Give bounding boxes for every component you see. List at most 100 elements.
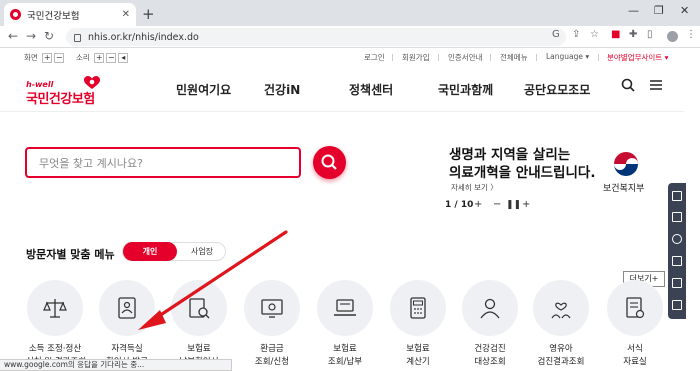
menu-premium-calculator[interactable]: 보험료 계산기	[389, 280, 447, 369]
back-icon[interactable]: ←	[8, 29, 18, 43]
google-icon[interactable]: G	[552, 29, 560, 40]
document-search-icon	[189, 298, 210, 319]
lock-icon	[74, 34, 81, 42]
minimize-button[interactable]: —	[628, 4, 639, 17]
person-icon	[480, 298, 500, 319]
quick-list-icon[interactable]	[672, 278, 682, 288]
gnb-health-in[interactable]: 건강iN	[264, 81, 300, 98]
tab-close-icon[interactable]: ✕	[122, 9, 130, 20]
menu-eligibility-cert[interactable]: 자격득실확인서 발급	[98, 280, 156, 369]
zoom-control: 화면 + −	[24, 52, 65, 63]
monitor-refund-icon	[261, 299, 283, 318]
reload-icon[interactable]: ↻	[44, 29, 54, 43]
menu-form-library[interactable]: 서식자료실	[606, 280, 664, 369]
sound-label: 소리	[76, 53, 90, 62]
extension-icon[interactable]: ■	[611, 29, 620, 40]
zoom-out-button[interactable]: −	[54, 53, 65, 63]
restore-button[interactable]: ❐	[654, 4, 664, 17]
site-favicon-icon	[10, 9, 21, 20]
login-link[interactable]: 로그인	[364, 52, 385, 63]
puzzle-icon[interactable]: ✚	[629, 29, 637, 40]
tab-personal[interactable]: 개인	[123, 242, 177, 261]
banner-line-1: 생명과 지역을 살리는	[449, 147, 571, 163]
menu-icon-circle	[171, 280, 227, 336]
tab-title: 국민건강보험	[27, 10, 80, 22]
menu-premium-pay[interactable]: 보험료조회/납부	[316, 280, 374, 369]
logo-text: 국민건강보험	[26, 92, 95, 107]
banner-next-icon[interactable]: +	[474, 199, 482, 210]
scale-icon	[43, 299, 67, 318]
menu-label-1: 건강검진	[474, 344, 506, 354]
quick-print-icon[interactable]	[672, 300, 682, 310]
menu-icon-circle	[244, 280, 300, 336]
heart-logo-icon	[84, 76, 100, 89]
menu-infant-checkup[interactable]: 영유아 검진결과조회	[532, 280, 590, 369]
menu-label-1: 보험료	[333, 344, 357, 354]
gnb-civil-service[interactable]: 민원여기요	[176, 81, 231, 98]
banner-plus-icon[interactable]: +	[522, 199, 530, 210]
quick-phone-icon[interactable]	[672, 234, 682, 244]
sound-down-button[interactable]: −	[106, 53, 117, 63]
browser-tab-bar: 국민건강보험 ✕ + — ❐ ✕	[0, 0, 700, 26]
banner-page-indicator: 1 / 10	[445, 200, 474, 210]
menu-premium-payment-cert[interactable]: 보험료납부확인서	[170, 280, 228, 369]
language-select[interactable]: Language ▾	[546, 52, 589, 61]
certificate-guide-link[interactable]: 인증서안내	[448, 52, 483, 63]
business-sites-select[interactable]: 분야별업무사이트 ▾	[607, 52, 668, 63]
menu-icon-circle	[99, 280, 155, 336]
browser-menu-icon[interactable]: ⋮	[686, 29, 696, 40]
search-button[interactable]	[313, 146, 346, 179]
menu-refund[interactable]: 환급금 조회/신청	[243, 280, 301, 369]
menu-icon-circle	[27, 280, 83, 336]
forward-icon[interactable]: →	[26, 29, 36, 43]
menu-label-1: 자격득실	[111, 344, 143, 354]
menu-label-1: 서식	[627, 344, 643, 354]
quick-monitor-icon[interactable]	[672, 212, 682, 222]
menu-label-2: 조회/납부	[327, 357, 363, 367]
gnb-with-people[interactable]: 국민과함께	[438, 81, 493, 98]
menu-label-2: 계산기	[406, 357, 430, 367]
gnb-policy-center[interactable]: 정책센터	[349, 81, 393, 98]
menu-income-adjust[interactable]: 소득 조정·정산신청 및 결과조회	[26, 280, 86, 369]
share-icon[interactable]: ⇪	[572, 29, 580, 40]
menu-icon-circle	[462, 280, 518, 336]
laptop-card-icon	[334, 299, 356, 316]
bookmark-star-icon[interactable]: ☆	[590, 29, 599, 40]
site-search-input[interactable]: 무엇을 찾고 계시나요?	[25, 147, 301, 178]
family-heart-icon	[551, 302, 571, 319]
search-icon[interactable]	[621, 78, 635, 92]
banner-prev-icon[interactable]: −	[493, 199, 501, 210]
quick-form-icon[interactable]	[672, 256, 682, 266]
speaker-icon[interactable]: ◂	[118, 53, 129, 63]
sound-up-button[interactable]: +	[94, 53, 105, 63]
search-button-icon	[321, 154, 337, 170]
sound-control: 소리 + − ◂	[76, 52, 129, 63]
signup-link[interactable]: 회원가입	[402, 52, 430, 63]
banner-title[interactable]: 생명과 지역을 살리는 의료개혁을 안내드립니다.	[449, 146, 595, 182]
new-tab-button[interactable]: +	[142, 5, 155, 23]
all-menu-link[interactable]: 전체메뉴	[500, 52, 528, 63]
hamburger-menu-icon[interactable]	[649, 78, 663, 92]
banner-more-link[interactable]: 자세히 보기 〉	[451, 182, 498, 193]
address-bar: ← → ↻ nhis.or.kr/nhis/index.do G ⇪ ☆ ■ ✚…	[0, 26, 700, 48]
menu-label-2: 검진결과조회	[537, 357, 585, 367]
tab-business[interactable]: 사업장	[179, 243, 225, 260]
menu-label-1: 소득 조정·정산	[28, 344, 82, 354]
menu-label-2: 자료실	[623, 357, 647, 367]
zoom-in-button[interactable]: +	[42, 53, 53, 63]
browser-tab[interactable]: 국민건강보험 ✕	[4, 3, 136, 26]
browser-status-bar: www.google.com의 응답을 기다리는 중...	[0, 359, 232, 371]
url-field[interactable]: nhis.or.kr/nhis/index.do	[66, 28, 566, 46]
menu-icon-circle	[317, 280, 373, 336]
close-window-button[interactable]: ✕	[680, 4, 689, 17]
gnb-about-corp[interactable]: 공단요모조모	[524, 81, 590, 98]
menu-label-1: 환급금	[260, 344, 284, 354]
quick-doc-icon[interactable]	[672, 191, 682, 201]
profile-avatar[interactable]	[667, 31, 678, 42]
ministry-emblem-icon	[612, 150, 640, 178]
sidepanel-icon[interactable]: ▯	[647, 29, 653, 40]
utility-bar: 화면 + − 소리 + − ◂ 로그인 회원가입 인증서안내 전체메뉴 Languag…	[0, 48, 700, 66]
menu-health-checkup[interactable]: 건강검진 대상조회	[461, 280, 519, 369]
banner-pause-icon[interactable]: ❚❚	[506, 200, 521, 210]
menu-icon-circle	[533, 280, 589, 336]
